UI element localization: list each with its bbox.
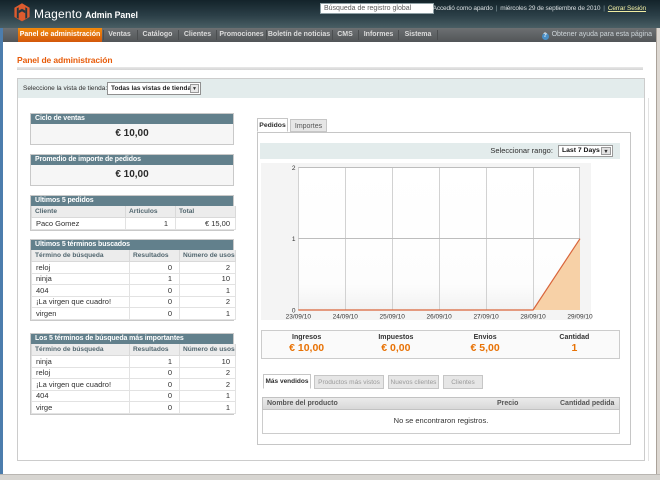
svg-text:25/09/10: 25/09/10 <box>380 314 406 321</box>
svg-text:2: 2 <box>292 165 296 172</box>
svg-text:26/09/10: 26/09/10 <box>426 314 452 321</box>
svg-text:29/09/10: 29/09/10 <box>567 314 593 321</box>
svg-text:27/09/10: 27/09/10 <box>473 314 499 321</box>
svg-text:23/09/10: 23/09/10 <box>286 314 312 321</box>
svg-text:24/09/10: 24/09/10 <box>333 314 359 321</box>
svg-text:1: 1 <box>292 236 296 243</box>
svg-text:28/09/10: 28/09/10 <box>520 314 546 321</box>
